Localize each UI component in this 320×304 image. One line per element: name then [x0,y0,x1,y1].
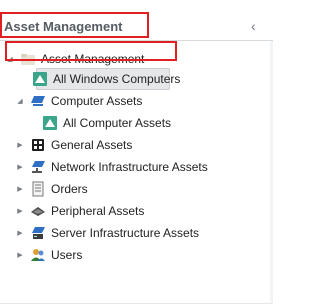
collapse-arrow-icon[interactable]: ◢ [6,54,14,64]
collapse-panel-button[interactable]: ‹ [251,18,261,34]
tree-item-all-windows-computers[interactable]: All Windows Computers [32,68,180,90]
expand-arrow-icon[interactable]: ▶ [16,140,24,150]
tree-item-users[interactable]: ▶ Users [16,244,82,266]
tree-item-network-infrastructure-assets[interactable]: ▶ Network Infrastructure Assets [16,156,208,178]
tree-item-peripheral-assets[interactable]: ▶ Peripheral Assets [16,200,144,222]
folder-icon [20,51,36,67]
tree-item-label: Asset Management [41,52,145,66]
panel-header: Asset Management ‹ [0,0,273,41]
tree-item-label: Users [51,248,83,262]
tree-item-label: Network Infrastructure Assets [51,160,208,174]
expand-arrow-icon[interactable]: ▶ [16,250,24,260]
tree-item-orders[interactable]: ▶ Orders [16,178,88,200]
server-icon [30,225,46,241]
tree-item-all-computer-assets[interactable]: All Computer Assets [42,112,171,134]
expand-arrow-icon[interactable]: ▶ [16,228,24,238]
tree-item-label: General Assets [51,138,133,152]
tree-item-label: Server Infrastructure Assets [51,226,200,240]
network-icon [30,159,46,175]
tree-item-label: All Computer Assets [63,116,172,130]
general-icon [30,137,46,153]
peripheral-icon [30,203,46,219]
tree-item-label: Orders [51,182,88,196]
view-icon [42,115,58,131]
collapse-arrow-icon[interactable]: ◢ [16,96,24,106]
expand-arrow-icon[interactable]: ▶ [16,206,24,216]
computer-icon [30,93,46,109]
tree-item-asset-management[interactable]: ◢ Asset Management [6,48,144,70]
expand-arrow-icon[interactable]: ▶ [16,162,24,172]
orders-icon [30,181,46,197]
tree-item-label: All Windows Computers [53,72,181,86]
tree-item-computer-assets[interactable]: ◢ Computer Assets [16,90,142,112]
tree-item-label: Peripheral Assets [51,204,145,218]
users-icon [30,247,46,263]
tree-item-general-assets[interactable]: ▶ General Assets [16,134,132,156]
tree-item-server-infrastructure-assets[interactable]: ▶ Server Infrastructure Assets [16,222,199,244]
panel-title: Asset Management [4,19,123,34]
scrollbar[interactable] [270,41,273,304]
view-icon [32,71,48,87]
tree-item-label: Computer Assets [51,94,143,108]
expand-arrow-icon[interactable]: ▶ [16,184,24,194]
